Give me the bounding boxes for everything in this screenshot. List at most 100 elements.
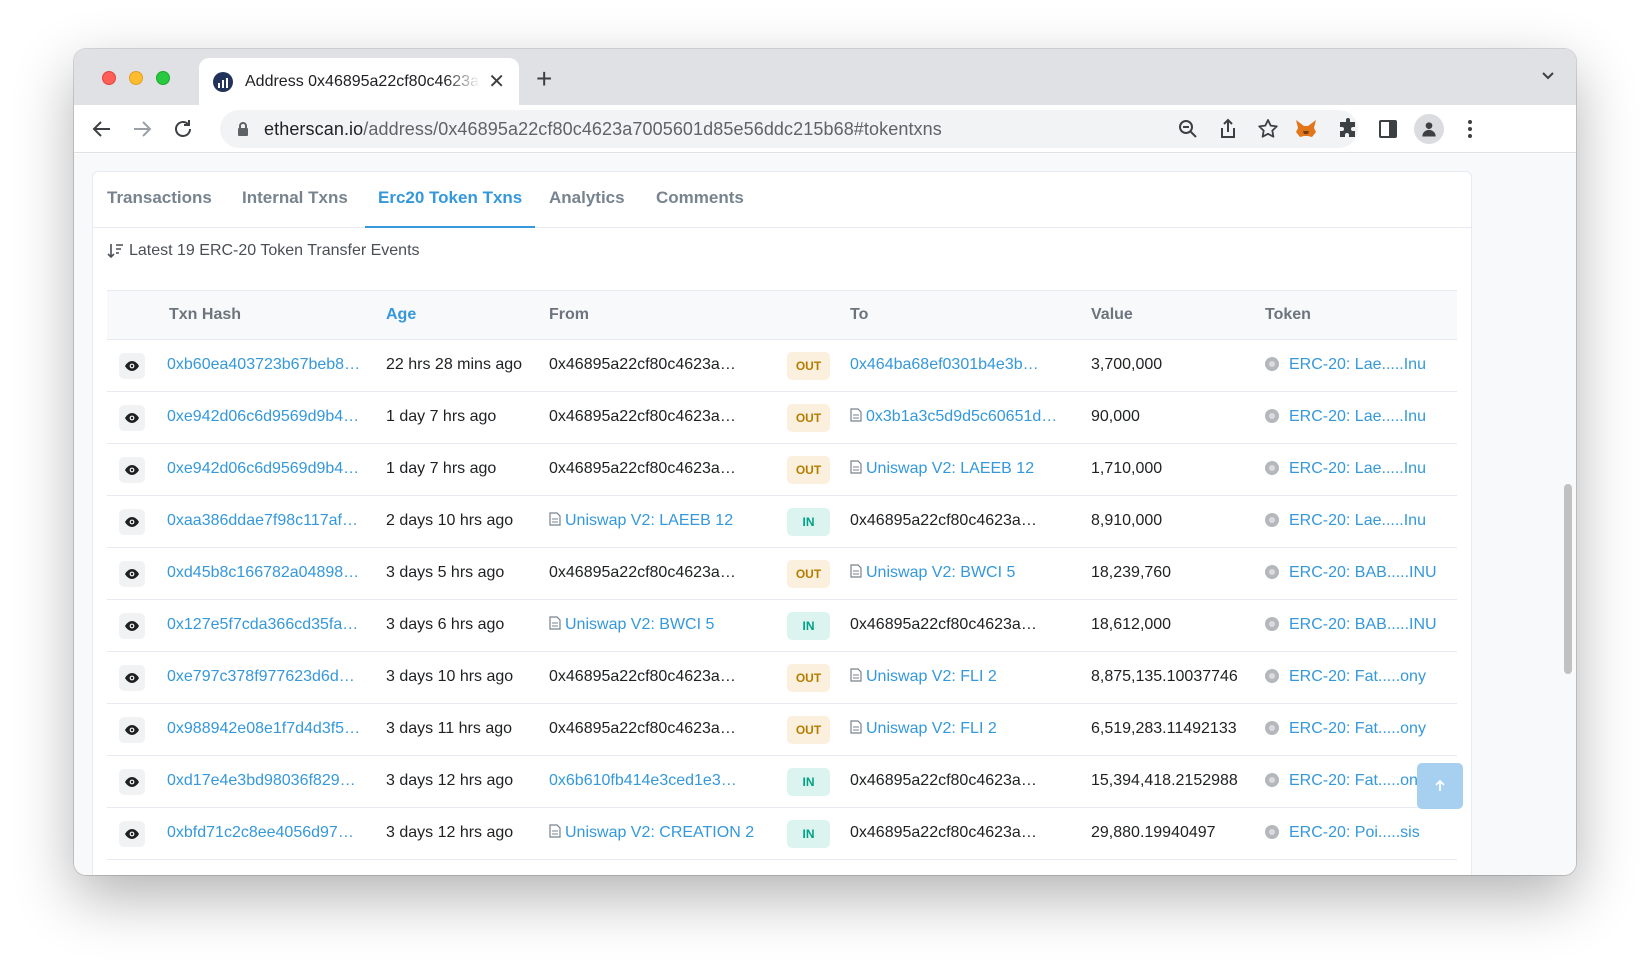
col-to: To — [850, 306, 869, 323]
view-details-button[interactable] — [119, 665, 145, 691]
txn-hash-link[interactable]: 0x988942e08e1f7d4d3f5… — [167, 720, 362, 738]
share-icon[interactable] — [1216, 117, 1240, 141]
tab-analytics[interactable]: Analytics — [549, 172, 625, 228]
token-name[interactable]: ERC-20: Lae.....Inu — [1289, 408, 1426, 425]
token-name[interactable]: ERC-20: Lae.....Inu — [1289, 356, 1426, 373]
metamask-fox-icon[interactable] — [1294, 117, 1318, 141]
txn-hash-link[interactable]: 0xb60ea403723b67beb8… — [167, 356, 362, 374]
kebab-menu-icon[interactable] — [1458, 117, 1482, 141]
from-address-text: 0x46895a22cf80c4623a… — [549, 668, 736, 685]
token-link[interactable]: ERC-20: BAB.....INU — [1265, 564, 1455, 582]
token-value: 3,700,000 — [1091, 356, 1163, 373]
token-name[interactable]: ERC-20: Lae.....Inu — [1289, 460, 1426, 477]
extensions-puzzle-icon[interactable] — [1336, 117, 1360, 141]
token-link[interactable]: ERC-20: Fat.....ony — [1265, 668, 1455, 686]
token-name[interactable]: ERC-20: Lae.....Inu — [1289, 512, 1426, 529]
view-details-button[interactable] — [119, 353, 145, 379]
to-address[interactable]: 0x464ba68ef0301b4e3b… — [850, 356, 1075, 374]
to-address[interactable]: Uniswap V2: BWCI 5 — [850, 564, 1075, 582]
token-name[interactable]: ERC-20: Fat.....ony — [1289, 772, 1426, 789]
scroll-to-top-button[interactable] — [1417, 763, 1463, 809]
token-link[interactable]: ERC-20: Poi.....sis — [1265, 824, 1455, 842]
from-address[interactable]: Uniswap V2: LAEEB 12 — [549, 512, 774, 530]
from-address[interactable]: 0x6b610fb414e3ced1e3… — [549, 772, 774, 790]
from-address-text: 0x46895a22cf80c4623a… — [549, 564, 736, 581]
profile-avatar-icon[interactable] — [1414, 114, 1444, 144]
chevron-down-icon[interactable] — [1540, 67, 1556, 83]
view-details-button[interactable] — [119, 769, 145, 795]
view-details-button[interactable] — [119, 509, 145, 535]
token-name[interactable]: ERC-20: BAB.....INU — [1289, 564, 1437, 581]
to-address[interactable]: Uniswap V2: FLI 2 — [850, 720, 1075, 738]
token-name[interactable]: ERC-20: BAB.....INU — [1289, 616, 1437, 633]
to-address-text[interactable]: Uniswap V2: FLI 2 — [866, 720, 997, 737]
to-address: 0x46895a22cf80c4623a… — [850, 616, 1075, 634]
txn-hash-link[interactable]: 0xbfd71c2c8ee4056d97… — [167, 824, 362, 842]
contract-file-icon — [549, 512, 561, 526]
view-details-button[interactable] — [119, 613, 145, 639]
eye-icon — [125, 777, 139, 787]
tab-title: Address 0x46895a22cf80c4623a7005601d85e5… — [245, 72, 481, 90]
tab-transactions[interactable]: Transactions — [107, 172, 212, 228]
from-address-text[interactable]: Uniswap V2: LAEEB 12 — [565, 512, 733, 529]
to-address-text[interactable]: Uniswap V2: FLI 2 — [866, 668, 997, 685]
txn-hash-link[interactable]: 0xe797c378f977623d6d… — [167, 668, 362, 686]
txn-hash-link[interactable]: 0xe942d06c6d9569d9b4… — [167, 408, 362, 426]
col-age[interactable]: Age — [386, 306, 416, 324]
view-details-button[interactable] — [119, 561, 145, 587]
from-address[interactable]: Uniswap V2: BWCI 5 — [549, 616, 774, 634]
forward-arrow-icon[interactable] — [130, 117, 154, 141]
view-details-button[interactable] — [119, 405, 145, 431]
token-link[interactable]: ERC-20: Lae.....Inu — [1265, 460, 1455, 478]
token-link[interactable]: ERC-20: BAB.....INU — [1265, 616, 1455, 634]
view-details-button[interactable] — [119, 457, 145, 483]
url-text[interactable]: etherscan.io/address/0x46895a22cf80c4623… — [264, 119, 942, 140]
txn-age: 3 days 10 hrs ago — [386, 668, 514, 685]
zoom-icon[interactable] — [1176, 117, 1200, 141]
token-name[interactable]: ERC-20: Fat.....ony — [1289, 720, 1426, 737]
close-tab-icon[interactable]: ✕ — [488, 69, 505, 94]
from-address-text[interactable]: Uniswap V2: BWCI 5 — [565, 616, 714, 633]
bookmark-star-icon[interactable] — [1256, 117, 1280, 141]
page-scrollbar[interactable] — [1564, 484, 1572, 674]
from-address-text[interactable]: 0x6b610fb414e3ced1e3… — [549, 772, 737, 789]
to-address-text[interactable]: 0x3b1a3c5d9d5c60651d… — [866, 408, 1057, 425]
token-link[interactable]: ERC-20: Lae.....Inu — [1265, 512, 1455, 530]
txn-hash-link[interactable]: 0xd45b8c166782a04898… — [167, 564, 362, 582]
close-window-button[interactable] — [102, 71, 116, 85]
to-address[interactable]: Uniswap V2: FLI 2 — [850, 668, 1075, 686]
eye-icon — [125, 725, 139, 735]
to-address[interactable]: Uniswap V2: LAEEB 12 — [850, 460, 1075, 478]
address-bar[interactable]: etherscan.io/address/0x46895a22cf80c4623… — [220, 110, 1358, 148]
from-address-text[interactable]: Uniswap V2: CREATION 2 — [565, 824, 754, 841]
txn-hash-link[interactable]: 0xd17e4e3bd98036f829… — [167, 772, 362, 790]
tab-erc20-token-txns[interactable]: Erc20 Token Txns — [365, 172, 536, 228]
to-address[interactable]: 0x3b1a3c5d9d5c60651d… — [850, 408, 1075, 426]
lock-icon[interactable] — [234, 120, 252, 138]
browser-tab[interactable]: Address 0x46895a22cf80c4623a7005601d85e5… — [199, 58, 519, 105]
side-panel-icon[interactable] — [1376, 117, 1400, 141]
view-details-button[interactable] — [119, 717, 145, 743]
minimize-window-button[interactable] — [129, 71, 143, 85]
new-tab-button[interactable]: + — [536, 63, 552, 95]
txn-hash-link[interactable]: 0x127e5f7cda366cd35fa… — [167, 616, 362, 634]
back-arrow-icon[interactable] — [90, 117, 114, 141]
zoom-window-button[interactable] — [156, 71, 170, 85]
to-address-text[interactable]: Uniswap V2: BWCI 5 — [866, 564, 1015, 581]
tab-internal-txns[interactable]: Internal Txns — [242, 172, 348, 228]
tab-comments[interactable]: Comments — [656, 172, 744, 228]
token-link[interactable]: ERC-20: Fat.....ony — [1265, 720, 1455, 738]
to-address-text[interactable]: 0x464ba68ef0301b4e3b… — [850, 356, 1039, 373]
token-name[interactable]: ERC-20: Poi.....sis — [1289, 824, 1420, 841]
token-name[interactable]: ERC-20: Fat.....ony — [1289, 668, 1426, 685]
from-address: 0x46895a22cf80c4623a… — [549, 668, 774, 686]
from-address[interactable]: Uniswap V2: CREATION 2 — [549, 824, 774, 842]
token-link[interactable]: ERC-20: Lae.....Inu — [1265, 408, 1455, 426]
txn-hash-link[interactable]: 0xaa386ddae7f98c117af… — [167, 512, 362, 530]
to-address-text[interactable]: Uniswap V2: LAEEB 12 — [866, 460, 1034, 477]
reload-icon[interactable] — [171, 117, 195, 141]
token-link[interactable]: ERC-20: Lae.....Inu — [1265, 356, 1455, 374]
view-details-button[interactable] — [119, 821, 145, 847]
txn-hash-link[interactable]: 0xe942d06c6d9569d9b4… — [167, 460, 362, 478]
txn-age: 1 day 7 hrs ago — [386, 408, 497, 425]
